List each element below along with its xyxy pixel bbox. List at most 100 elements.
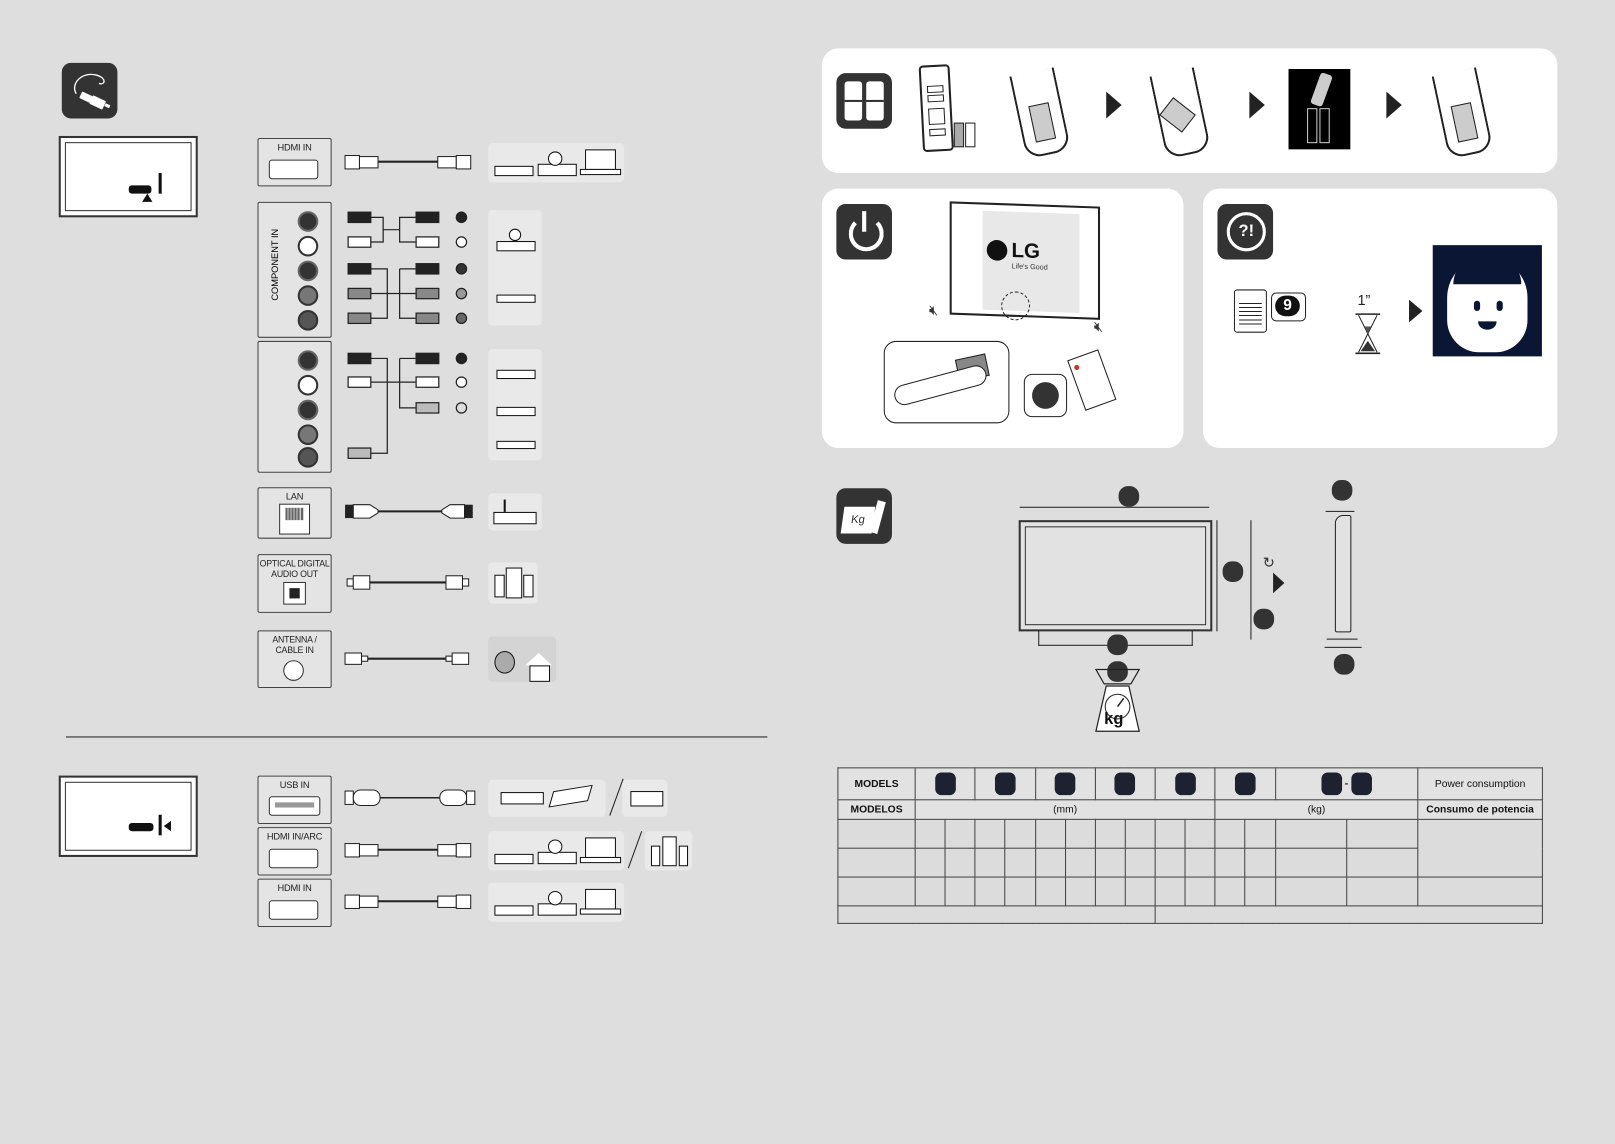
device-group-hdmi-arc (488, 831, 625, 871)
total-height-line (1250, 520, 1252, 640)
hdmi-cable-icon (344, 843, 472, 858)
battery-insert-step (1288, 69, 1351, 150)
dim-marker-cell (1034, 767, 1096, 801)
optical-cable-icon (346, 575, 470, 590)
usb-cable-icon (344, 789, 476, 806)
modelos-header: MODELOS (837, 799, 916, 820)
lg-logo-text: LG (1011, 239, 1041, 264)
rear-port-indicator (128, 185, 152, 194)
subwoofer-icon (662, 836, 677, 867)
laptop-base (579, 856, 622, 864)
dimension-marker (1054, 772, 1076, 796)
aaa-battery-icon (953, 122, 965, 148)
disc-icon (547, 890, 563, 906)
port-label: USB IN (279, 779, 310, 791)
section-divider (65, 736, 768, 738)
table-row (837, 818, 1543, 878)
port-usb-in: USB IN (257, 775, 332, 824)
port-component-in: COMPONENT IN (257, 201, 332, 338)
tv-front-diagram (1018, 520, 1213, 632)
weight-marker-cell: - (1274, 767, 1419, 801)
rotate-icon: ↻ (1262, 554, 1275, 571)
dimension-marker (1234, 772, 1256, 796)
jack-icon (297, 399, 319, 421)
hdd-icon (500, 792, 544, 805)
step-arrow-icon (1106, 91, 1122, 119)
remote-power-button (1023, 373, 1068, 418)
rear-port-marker (158, 173, 162, 194)
router-icon (493, 511, 537, 525)
quick-setup-guide: HDMI IN COMPONENT IN LAN OPTICAL DIGITAL… (0, 0, 1615, 1144)
jack-icon (297, 350, 319, 371)
dim-marker-cell (974, 767, 1036, 801)
jack-icon (297, 285, 319, 306)
port-label: HDMI IN (277, 142, 312, 153)
port-label: LAN (285, 491, 304, 502)
port-hdmi-in: HDMI IN (257, 138, 332, 187)
power-button-closeup (883, 340, 1010, 424)
router-antenna (503, 499, 506, 512)
cable-icon (61, 62, 118, 119)
port-antenna-in: ANTENNA / CABLE IN (257, 630, 332, 689)
usb-drive-icon (630, 791, 664, 807)
device-group-hdmi (488, 143, 625, 183)
remote-control-icon (918, 64, 954, 153)
remote-back-step-3 (1431, 67, 1494, 160)
help-icon: ?! (1217, 203, 1274, 260)
dvd-player-icon (496, 241, 536, 252)
device-group-hdmi-side (488, 882, 625, 922)
unit-mm: (mm) (914, 799, 1216, 820)
usb-socket-icon (268, 796, 321, 816)
dimension-marker-height (1222, 561, 1244, 582)
jack-icon (297, 374, 319, 396)
side-port-marker (158, 814, 162, 836)
external-drive-icon (548, 784, 593, 808)
dimension-marker-stand (1107, 634, 1128, 656)
dimension-marker (934, 772, 956, 796)
tv-rear-view (58, 135, 198, 218)
dvd-player-icon (496, 369, 536, 380)
lg-logo-icon (986, 239, 1008, 262)
port-hdmi-arc: HDMI IN/ARC (257, 827, 332, 876)
set-top-box-icon (496, 440, 536, 450)
speaker-mute-icon: 🔇︎ (929, 301, 939, 319)
jack-icon (297, 424, 319, 445)
device-group-optical (488, 562, 538, 604)
port-hdmi-in-side: HDMI IN (257, 878, 332, 927)
height-dimension-line (1216, 520, 1218, 632)
stand-depth-line (1324, 646, 1362, 648)
device-group-usb-stick (622, 779, 668, 817)
dimension-marker-stand-depth (1333, 654, 1355, 675)
laptop-icon (585, 888, 616, 910)
remote-keypad-icon (1233, 289, 1267, 333)
disc-icon (508, 228, 522, 242)
tv-side-view (58, 775, 198, 857)
device-group-soundbar (644, 831, 693, 871)
coax-socket-icon (283, 660, 304, 681)
device-group-usb (488, 779, 606, 817)
weight-marker-cell (1214, 767, 1276, 801)
dimension-marker (994, 772, 1016, 796)
hourglass-icon (1355, 313, 1381, 355)
laptop-base (579, 168, 622, 176)
dvd-player-icon (537, 163, 577, 177)
table-row (837, 876, 1543, 907)
device-group-antenna (488, 636, 557, 682)
battery-install-panel (821, 48, 1558, 174)
dim-marker-cell (1094, 767, 1156, 801)
vcr-icon (496, 294, 536, 303)
dvd-player-icon (537, 903, 577, 916)
footer-right (1154, 905, 1543, 924)
port-label: HDMI IN (277, 882, 312, 894)
battery-icon (836, 73, 892, 129)
hdmi-socket-icon (268, 848, 319, 869)
speaker-icon (678, 845, 689, 867)
weight-ruler-icon: Kg (836, 488, 892, 544)
disc-icon (547, 151, 563, 166)
jack-icon (297, 211, 319, 232)
arrow-up-icon (142, 193, 153, 202)
dimension-marker (1351, 772, 1372, 796)
dimension-marker (1321, 772, 1342, 796)
stand-foot (1326, 630, 1358, 640)
dimension-marker-depth (1331, 479, 1353, 501)
